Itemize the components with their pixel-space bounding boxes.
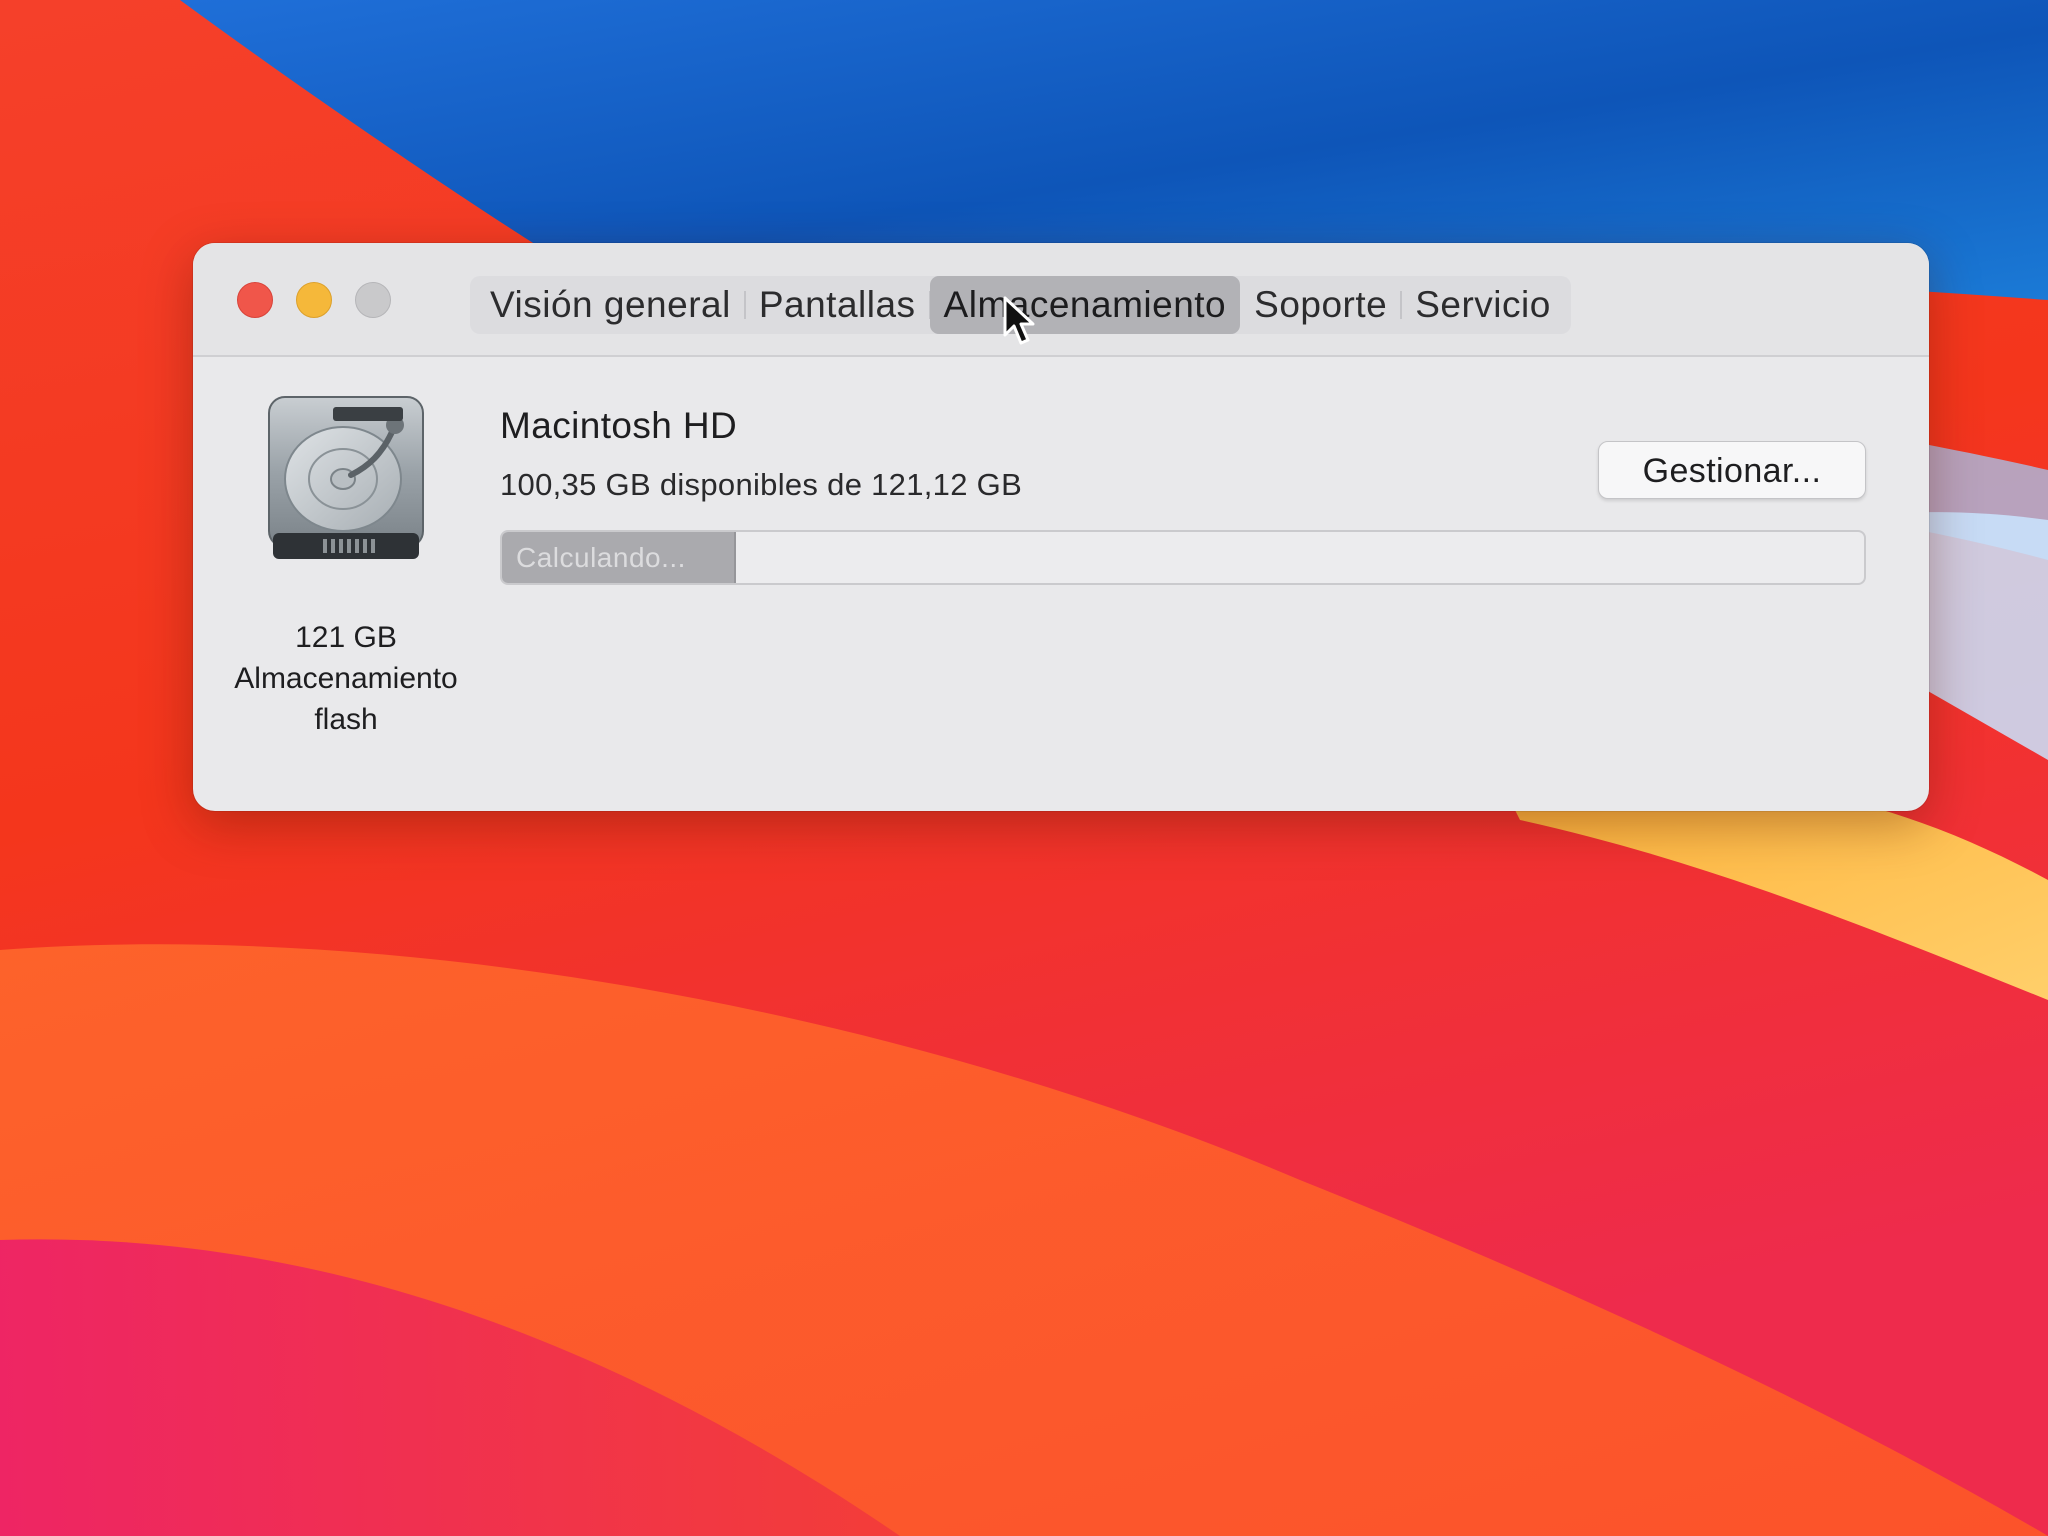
about-this-mac-window: Visión general Pantallas Almacenamiento … [193,243,1929,811]
mouse-pointer-icon [1003,296,1035,345]
tab-service[interactable]: Servicio [1401,276,1565,334]
tab-storage[interactable]: Almacenamiento [929,276,1241,334]
storage-usage-bar: Calculando... [500,530,1866,585]
hard-drive-icon [268,396,424,559]
disk-capacity: 121 GB [295,621,397,654]
disk-caption: 121 GB Almacenamiento flash [201,617,491,740]
tab-displays[interactable]: Pantallas [745,276,931,334]
volume-name: Macintosh HD [500,405,738,446]
storage-usage-fill: Calculando... [502,532,736,583]
storage-panel: 121 GB Almacenamiento flash Macintosh HD… [193,357,1929,811]
minimize-button[interactable] [296,282,332,318]
zoom-button[interactable] [355,282,391,318]
manage-button[interactable]: Gestionar... [1598,441,1866,499]
disk-type-line2: flash [314,703,378,736]
disk-type-line1: Almacenamiento [234,662,458,695]
tab-support[interactable]: Soporte [1240,276,1403,334]
title-bar: Visión general Pantallas Almacenamiento … [193,243,1929,357]
desktop: Visión general Pantallas Almacenamiento … [0,0,2048,1536]
volume-free-space: 100,35 GB disponibles de 121,12 GB [500,467,1023,502]
close-button[interactable] [237,282,273,318]
tab-overview[interactable]: Visión general [476,276,746,334]
